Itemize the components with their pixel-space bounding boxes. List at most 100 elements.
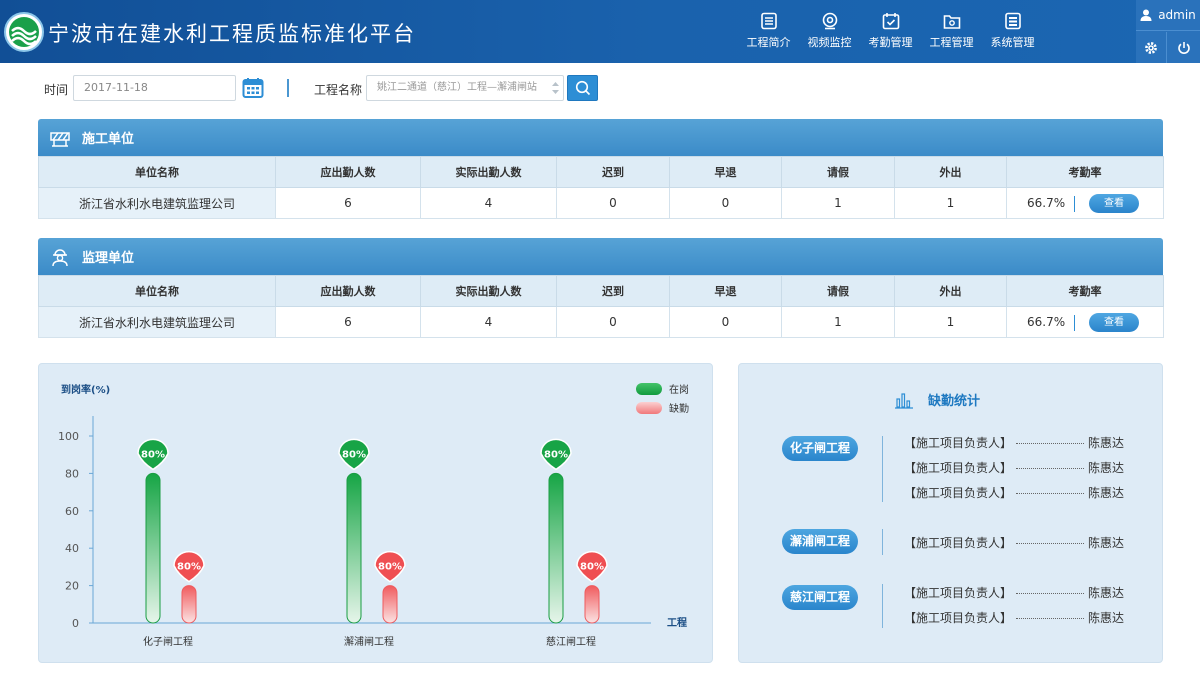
leader-dots [1016,493,1084,494]
folder-gear-icon [943,15,960,29]
rate-divider [1074,196,1075,212]
attendance-chart: 到岗率(%) 工程 在岗 缺勤 0 20 40 60 80 100 化子闸工程 80% 80% 澥… [58,383,689,648]
supervision-panel: 监理单位 单位名称 应出勤人数 实际出勤人数 迟到 早退 请假 外出 考勤率 浙… [38,238,1164,338]
column-header: 应出勤人数 [275,275,421,307]
worker-icon [52,248,68,266]
bar-on-duty [548,472,564,624]
nav-item-attendance[interactable]: 考勤管理 [860,12,921,50]
panel-header: 监理单位 [38,238,1163,275]
project-pill-xiepu[interactable]: 澥浦闸工程 [782,529,858,554]
person-name: 陈惠达 [1087,611,1124,625]
early-cell: 0 [669,187,782,219]
main-nav: 工程简介 视频监控 考勤管理 工程管理 系统管理 [738,12,1043,50]
column-header: 应出勤人数 [275,156,421,188]
absence-item: 【施工项目负责人】 陈惠达 [904,484,1124,501]
list-icon [1004,12,1021,30]
bar-on-duty [346,472,362,624]
time-label: 时间 [44,83,69,97]
data-label: 80% [544,449,568,460]
panel-title: 监理单位 [82,251,135,266]
nav-item-project-manage[interactable]: 工程管理 [921,12,982,50]
table-row: 浙江省水利水电建筑监理公司 6 4 0 0 1 1 66.7% 查看 [38,306,1164,338]
expected-cell: 6 [275,306,421,338]
column-header: 单位名称 [38,156,276,188]
logout-button[interactable] [1168,32,1199,63]
column-header: 考勤率 [1006,275,1164,307]
absence-item: 【施工项目负责人】 陈惠达 [904,609,1124,626]
column-header: 迟到 [556,156,670,188]
y-axis-label: 到岗率(%) [61,383,110,396]
nav-item-video-monitor[interactable]: 视频监控 [799,12,860,50]
leader-dots [1016,593,1084,594]
project-pill-cijiang[interactable]: 慈江闸工程 [782,585,858,610]
early-cell: 0 [669,306,782,338]
absence-item: 【施工项目负责人】 陈惠达 [904,434,1124,451]
person-name: 陈惠达 [1087,436,1124,450]
user-box: admin [1136,0,1200,63]
legend-swatch-absent [636,402,662,414]
calendar-icon[interactable] [242,77,264,99]
bar-absent [382,585,398,624]
project-pill-huazi[interactable]: 化子闸工程 [782,436,858,461]
search-icon [575,80,590,96]
absence-stats-card: 缺勤统计 化子闸工程 【施工项目负责人】 陈惠达 【施工项目负责人】 陈惠达 【施工… [738,363,1163,663]
late-cell: 0 [556,306,670,338]
legend-label: 在岗 [669,384,689,396]
person-name: 陈惠达 [1087,486,1124,500]
role-text: 【施工项目负责人】 [904,461,1013,475]
camera-icon [822,12,837,30]
role-text: 【施工项目负责人】 [904,611,1013,625]
leader-dots [1016,543,1084,544]
column-header: 实际出勤人数 [420,275,557,307]
rate-cell: 66.7% 查看 [1006,187,1164,219]
unit-name-cell: 浙江省水利水电建筑监理公司 [38,187,276,219]
absence-item: 【施工项目负责人】 陈惠达 [904,459,1124,476]
nav-label: 工程管理 [929,36,974,49]
y-tick-label: 60 [65,505,79,518]
out-cell: 1 [894,187,1007,219]
data-label: 80% [580,562,604,573]
leave-cell: 1 [781,306,895,338]
top-header: 宁波市在建水利工程质监标准化平台 工程简介 视频监控 考勤管理 工程管理 系统管… [0,0,1200,63]
y-tick-label: 80 [65,467,79,480]
leader-dots [1016,618,1084,619]
rate-cell: 66.7% 查看 [1006,306,1164,338]
select-arrows-icon [552,82,559,94]
bar-on-duty [145,472,161,624]
column-header: 外出 [894,275,1007,307]
group-divider [882,436,883,502]
date-input[interactable]: 2017-11-18 [73,75,236,101]
column-header: 考勤率 [1006,156,1164,188]
y-tick-label: 20 [65,580,79,593]
data-label: 80% [342,449,366,460]
absence-item: 【施工项目负责人】 陈惠达 [904,584,1124,601]
absence-title: 缺勤统计 [894,390,980,409]
attendance-chart-card: 到岗率(%) 工程 在岗 缺勤 0 20 40 60 80 100 化子闸工程 80% 80% 澥… [38,363,713,663]
calendar-check-icon [882,13,899,30]
column-header: 请假 [781,275,895,307]
rate-divider [1074,315,1075,331]
person-name: 陈惠达 [1087,461,1124,475]
nav-item-system-manage[interactable]: 系统管理 [982,12,1043,50]
leader-dots [1016,468,1084,469]
user-menu[interactable]: admin [1136,0,1200,31]
project-select[interactable]: 姚江二通道（慈江）工程—澥浦闸站 [366,75,564,101]
table-header: 单位名称 应出勤人数 实际出勤人数 迟到 早退 请假 外出 考勤率 [38,156,1164,188]
logo-icon [4,12,44,52]
role-text: 【施工项目负责人】 [904,486,1013,500]
settings-button[interactable] [1136,32,1167,63]
view-button[interactable]: 查看 [1089,194,1139,213]
nav-item-project-intro[interactable]: 工程简介 [738,12,799,50]
legend-label: 缺勤 [669,402,689,415]
view-button[interactable]: 查看 [1089,313,1139,332]
person-name: 陈惠达 [1087,586,1124,600]
power-icon [1177,41,1190,54]
construction-table: 单位名称 应出勤人数 实际出勤人数 迟到 早退 请假 外出 考勤率 浙江省水利水… [38,156,1164,219]
group-divider [882,529,883,555]
panel-title: 施工单位 [82,132,135,147]
document-icon [760,12,777,30]
y-tick-label: 0 [72,617,79,630]
panel-header: 施工单位 [38,119,1163,156]
search-button[interactable] [567,75,598,101]
role-text: 【施工项目负责人】 [904,536,1013,550]
